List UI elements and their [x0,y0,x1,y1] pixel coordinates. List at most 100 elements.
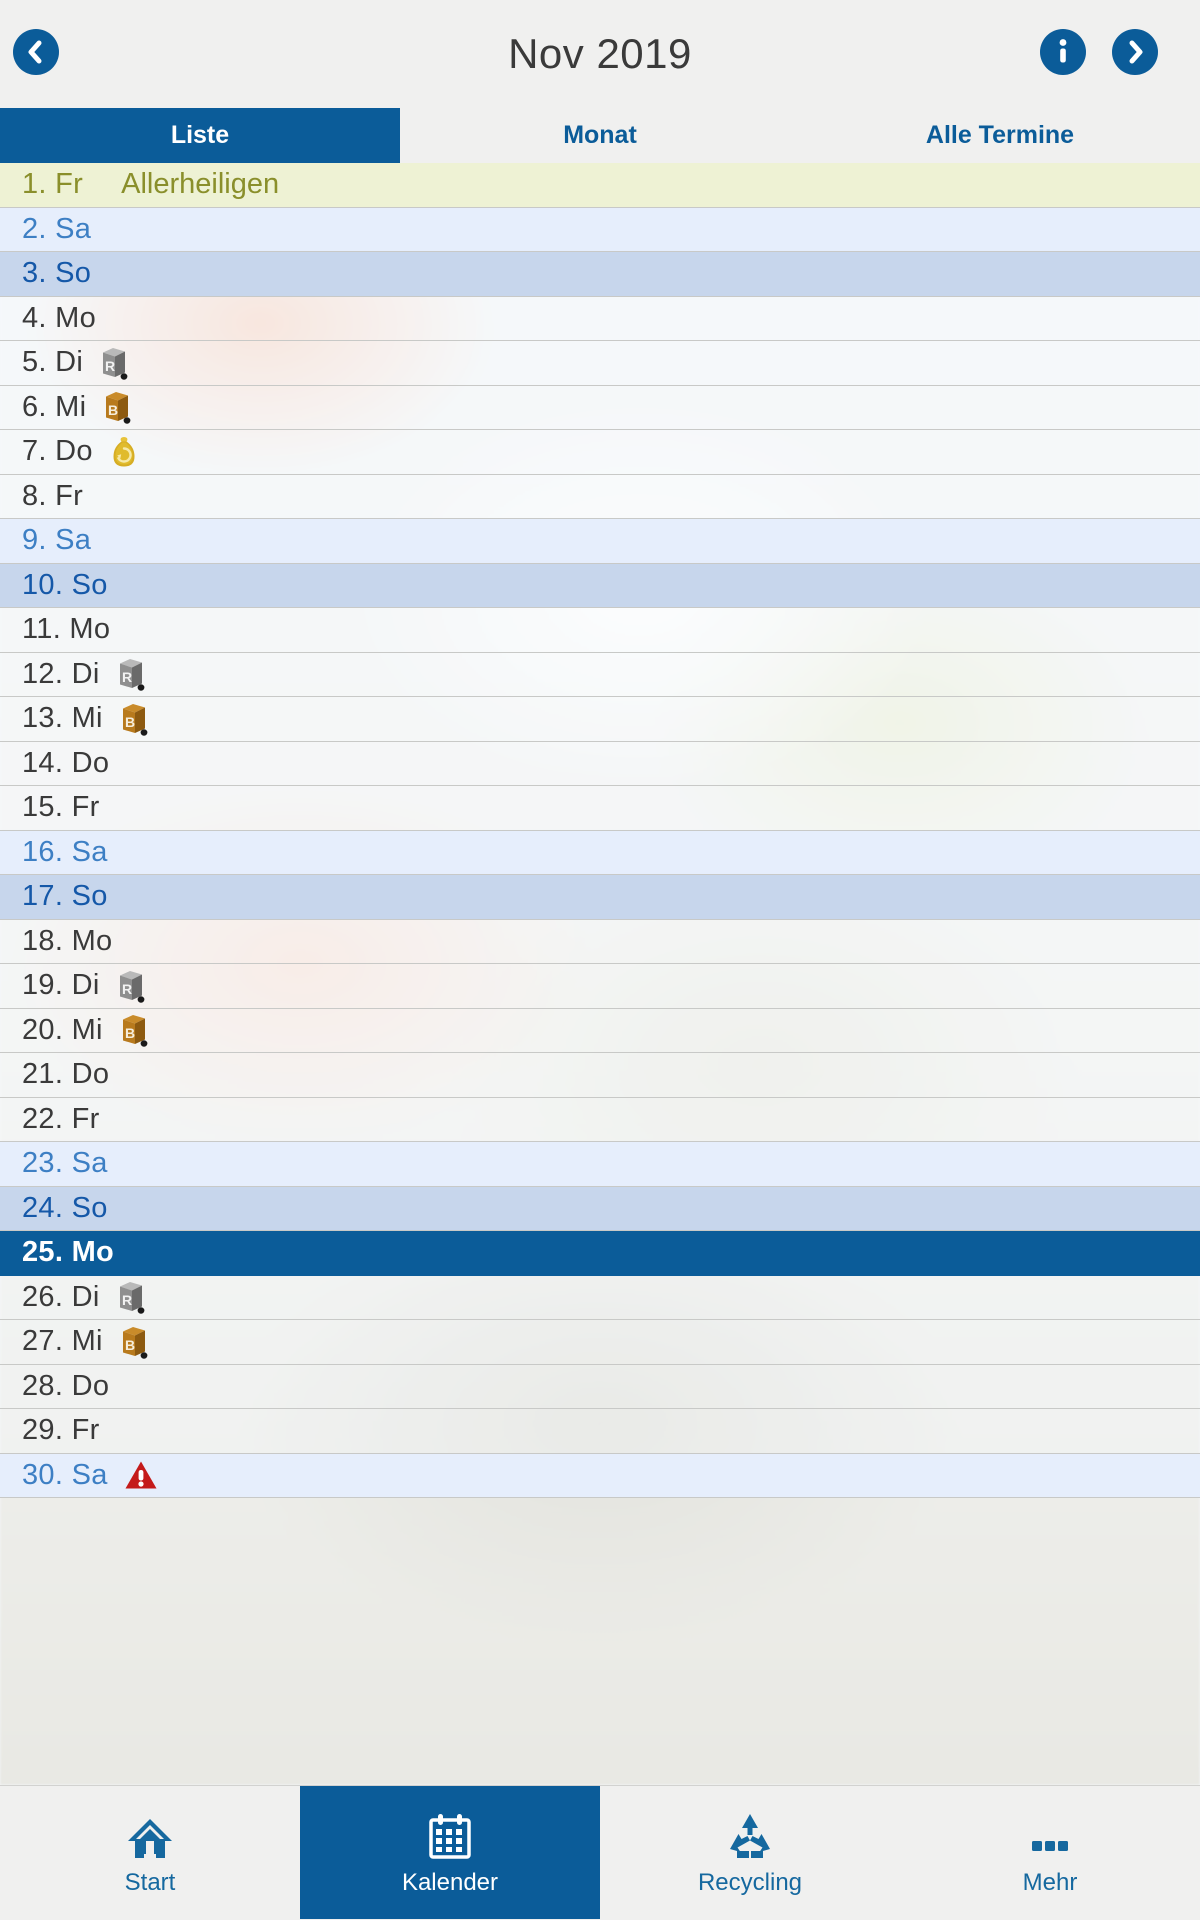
day-label: 20. Mi [22,1013,103,1046]
segment-monat-label: Monat [563,121,637,149]
day-row[interactable]: 27. Mi B [0,1320,1200,1365]
day-icons: B [119,1013,149,1047]
day-icons: B [102,390,132,424]
day-row[interactable]: 23. Sa [0,1142,1200,1187]
day-row[interactable]: 3. So [0,252,1200,297]
day-label: 13. Mi [22,702,103,735]
day-row[interactable]: 18. Mo [0,919,1200,964]
tab-recycling[interactable]: Recycling [600,1786,900,1919]
svg-text:R: R [122,669,132,685]
segment-alle-termine[interactable]: Alle Termine [800,108,1200,163]
tab-start[interactable]: Start [0,1786,300,1919]
tab-mehr-label: Mehr [1022,1868,1078,1896]
bin-residual-icon: R [116,1280,146,1314]
svg-text:R: R [105,358,115,374]
bin-residual-icon: R [116,969,146,1003]
day-row[interactable]: 8. Fr [0,474,1200,519]
day-row[interactable]: 25. Mo [0,1231,1200,1276]
day-label: 4. Mo [22,301,97,334]
day-row[interactable]: 5. Di R [0,341,1200,386]
day-label: 30. Sa [22,1458,108,1491]
day-label: 22. Fr [22,1102,100,1135]
day-list-rows: 1. Fr Allerheiligen 2. Sa 3. So 4. Mo 5. Di R… [0,163,1200,1785]
day-label: 1. Fr [22,168,84,201]
bin-bio-icon: B [102,390,132,424]
day-label: 27. Mi [22,1325,103,1358]
day-row[interactable]: 15. Fr [0,786,1200,831]
day-row[interactable]: 4. Mo [0,296,1200,341]
bottom-tab-bar: Start Kalender Recycling Mehr [0,1785,1200,1920]
day-icons: R [116,657,146,691]
day-label: 17. So [22,880,108,913]
day-label: 24. So [22,1191,108,1224]
yellow-sack-icon [109,435,139,469]
previous-month-button[interactable] [13,29,59,75]
segment-monat[interactable]: Monat [400,108,800,163]
tab-mehr[interactable]: Mehr [900,1786,1200,1919]
day-row[interactable]: 2. Sa [0,207,1200,252]
day-row[interactable]: 24. So [0,1186,1200,1231]
day-icons: R [116,1280,146,1314]
chevron-right-circle-icon [1112,29,1158,75]
svg-text:B: B [125,714,135,730]
next-month-button[interactable] [1112,29,1158,75]
tab-kalender-label: Kalender [401,1868,499,1896]
day-icons [109,435,139,469]
info-button[interactable] [1040,29,1086,75]
day-row[interactable]: 16. Sa [0,830,1200,875]
app-root: Nov 2019 Liste Monat Alle Termine 1. Fr … [0,0,1200,1920]
calendar-icon [425,1809,475,1861]
day-label: 3. So [22,257,92,290]
day-row[interactable]: 14. Do [0,741,1200,786]
day-row[interactable]: 30. Sa [0,1453,1200,1498]
day-row[interactable]: 21. Do [0,1053,1200,1098]
day-row[interactable]: 20. Mi B [0,1008,1200,1053]
day-label: 10. So [22,568,108,601]
day-label: 26. Di [22,1280,100,1313]
bin-bio-icon: B [119,702,149,736]
day-label: 25. Mo [22,1236,115,1269]
day-row[interactable]: 22. Fr [0,1097,1200,1142]
day-row[interactable]: 19. Di R [0,964,1200,1009]
day-label: 12. Di [22,657,100,690]
tab-kalender[interactable]: Kalender [300,1786,600,1919]
day-label: 21. Do [22,1058,110,1091]
segment-liste-label: Liste [170,121,230,149]
day-label: 29. Fr [22,1414,100,1447]
day-row[interactable]: 12. Di R [0,652,1200,697]
day-label: 2. Sa [22,212,92,245]
chevron-left-circle-icon [13,29,59,75]
day-label: 28. Do [22,1369,110,1402]
day-label: 6. Mi [22,390,87,423]
more-dots-icon [1024,1809,1076,1861]
day-label: 19. Di [22,969,100,1002]
day-row[interactable]: 7. Do [0,430,1200,475]
tab-recycling-label: Recycling [697,1868,803,1896]
view-segment-bar: Liste Monat Alle Termine [0,108,1200,163]
day-label: 14. Do [22,746,110,779]
bin-residual-icon: R [116,657,146,691]
day-row[interactable]: 11. Mo [0,608,1200,653]
day-row[interactable]: 28. Do [0,1364,1200,1409]
day-row[interactable]: 17. So [0,875,1200,920]
day-label: 11. Mo [22,613,111,646]
svg-text:R: R [122,1292,132,1308]
day-row[interactable]: 29. Fr [0,1409,1200,1454]
day-row[interactable]: 10. So [0,563,1200,608]
svg-text:R: R [122,981,132,997]
day-list[interactable]: 1. Fr Allerheiligen 2. Sa 3. So 4. Mo 5. Di R… [0,163,1200,1785]
bin-bio-icon: B [119,1013,149,1047]
day-label: 23. Sa [22,1147,108,1180]
day-label: 15. Fr [22,791,100,824]
day-row[interactable]: 1. Fr Allerheiligen [0,163,1200,208]
info-circle-icon [1040,29,1086,75]
navigation-bar: Nov 2019 [0,0,1200,108]
bin-bio-icon: B [119,1325,149,1359]
day-row[interactable]: 13. Mi B [0,697,1200,742]
day-row[interactable]: 26. Di R [0,1275,1200,1320]
segment-liste[interactable]: Liste [0,108,400,163]
day-row[interactable]: 9. Sa [0,519,1200,564]
event-label: Allerheiligen [121,168,280,201]
day-row[interactable]: 6. Mi B [0,385,1200,430]
segment-alle-termine-label: Alle Termine [925,121,1075,149]
